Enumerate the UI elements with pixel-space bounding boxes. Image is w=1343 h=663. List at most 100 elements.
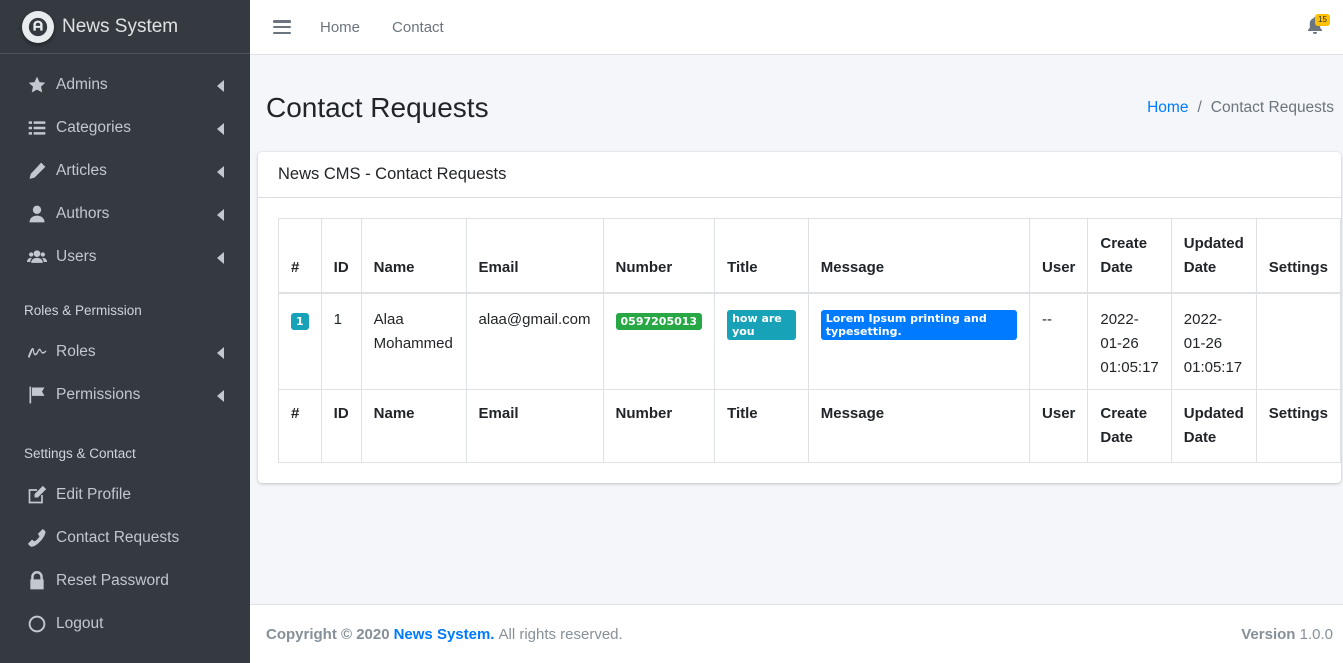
contact-requests-card: News CMS - Contact Requests # ID Name Em… (258, 152, 1342, 483)
sidebar-item-label: Edit Profile (56, 485, 131, 503)
table-row: 1 1 Alaa Mohammed alaa@gmail.com 0597205… (278, 292, 1342, 390)
phone-icon (26, 528, 48, 548)
row-index-cell: 1 (278, 292, 322, 390)
column-header: Number (602, 218, 716, 294)
footer-version-label: Version (1241, 625, 1296, 643)
hamburger-menu-icon[interactable] (273, 20, 291, 34)
column-header: User (1029, 218, 1089, 294)
column-footer: ID (320, 389, 362, 463)
content-header: Contact Requests Home / Contact Requests (266, 92, 1334, 124)
user-cell: -- (1029, 292, 1089, 390)
sidebar-item-label: Permissions (56, 385, 141, 403)
chevron-left-icon (216, 251, 226, 264)
sidebar-item-users[interactable]: Users (0, 235, 250, 278)
email-cell: alaa@gmail.com (465, 292, 604, 390)
chevron-left-icon (216, 346, 226, 359)
breadcrumb: Home / Contact Requests (1147, 99, 1334, 117)
nav-link-home[interactable]: Home (320, 19, 360, 36)
create-date-cell: 2022-01-26 01:05:17 (1087, 292, 1172, 390)
list-icon (26, 118, 48, 138)
card-title: News CMS - Contact Requests (258, 152, 1341, 198)
brand[interactable]: News System (0, 0, 250, 54)
column-footer: Title (714, 389, 809, 463)
message-cell: Lorem Ipsum printing and typesetting. (807, 292, 1031, 390)
column-header: # (278, 218, 322, 294)
sidebar-item-reset-password[interactable]: Reset Password (0, 559, 250, 602)
sidebar-section-settings: Settings & Contact (24, 445, 136, 461)
sidebar-item-contact-requests[interactable]: Contact Requests (0, 516, 250, 559)
title-badge: how are you (727, 309, 796, 340)
updated-date-cell: 2022-01-26 01:05:17 (1170, 292, 1257, 390)
sidebar-item-label: Roles (56, 342, 96, 360)
footer-version: Version 1.0.0 (1241, 626, 1333, 643)
notifications-button[interactable]: 15 (1307, 14, 1330, 37)
notification-badge: 15 (1315, 14, 1330, 26)
column-footer: # (278, 389, 322, 463)
message-badge: Lorem Ipsum printing and typesetting. (820, 309, 1018, 340)
column-header: Message (807, 218, 1031, 294)
sidebar-item-admins[interactable]: Admins (0, 63, 250, 106)
column-footer: Email (465, 389, 604, 463)
column-header: ID (320, 218, 362, 294)
sidebar-section-roles: Roles & Permission (24, 302, 142, 318)
user-icon (26, 204, 48, 224)
sidebar-item-edit-profile[interactable]: Edit Profile (0, 473, 250, 516)
sidebar: News System Admins Categories Articles A… (0, 0, 250, 663)
sidebar-item-label: Categories (56, 118, 131, 136)
chevron-left-icon (216, 208, 226, 221)
nav-link-contact[interactable]: Contact (392, 19, 444, 36)
column-header: Name (360, 218, 467, 294)
sidebar-item-roles[interactable]: Roles (0, 330, 250, 373)
top-navbar: Home Contact 15 (250, 0, 1343, 55)
column-header: Title (714, 218, 809, 294)
column-footer: Name (360, 389, 467, 463)
number-cell: 0597205013 (602, 292, 716, 390)
sidebar-item-label: Logout (56, 614, 104, 632)
column-header: Create Date (1087, 218, 1172, 294)
breadcrumb-home[interactable]: Home (1147, 99, 1188, 117)
lock-icon (26, 570, 48, 591)
sidebar-item-articles[interactable]: Articles (0, 149, 250, 192)
chevron-left-icon (216, 389, 226, 402)
brand-name: News System (62, 15, 179, 37)
name-cell: Alaa Mohammed (360, 292, 467, 390)
page-footer: Copyright © 2020 News System. All rights… (250, 604, 1343, 663)
sidebar-item-logout[interactable]: Logout (0, 602, 250, 645)
footer-brand-link[interactable]: News System. (394, 626, 495, 643)
row-index-badge: 1 (291, 313, 309, 331)
sidebar-item-permissions[interactable]: Permissions (0, 373, 250, 416)
column-footer: Create Date (1087, 389, 1172, 463)
column-footer: Settings (1255, 389, 1342, 463)
edit-icon (26, 485, 48, 505)
column-header: Email (465, 218, 604, 294)
star-icon (26, 75, 48, 95)
sidebar-item-label: Reset Password (56, 571, 169, 589)
chevron-left-icon (216, 165, 226, 178)
sidebar-item-label: Users (56, 247, 97, 265)
brand-logo-icon (22, 10, 54, 43)
footer-copyright: Copyright © 2020 (266, 625, 390, 643)
sidebar-item-authors[interactable]: Authors (0, 192, 250, 235)
column-footer: User (1029, 389, 1089, 463)
settings-cell (1255, 292, 1342, 390)
sidebar-item-label: Articles (56, 161, 107, 179)
sidebar-item-categories[interactable]: Categories (0, 106, 250, 149)
column-header: Updated Date (1170, 218, 1257, 294)
users-icon (26, 247, 48, 267)
card-body: # ID Name Email Number Title Message Use… (278, 218, 1342, 463)
footer-version-number: 1.0.0 (1299, 625, 1333, 643)
chevron-left-icon (216, 122, 226, 135)
table-footer-row: # ID Name Email Number Title Message Use… (278, 389, 1342, 463)
table-header-row: # ID Name Email Number Title Message Use… (278, 218, 1342, 294)
contact-requests-table: # ID Name Email Number Title Message Use… (278, 218, 1342, 463)
column-footer: Number (602, 389, 716, 463)
breadcrumb-separator: / (1197, 99, 1202, 116)
sidebar-item-label: Authors (56, 204, 110, 222)
footer-rights: All rights reserved. (498, 625, 623, 643)
sidebar-item-label: Admins (56, 75, 108, 93)
flag-icon (26, 385, 48, 405)
sidebar-item-label: Contact Requests (56, 528, 180, 546)
breadcrumb-current: Contact Requests (1210, 99, 1334, 116)
circle-icon (26, 614, 48, 634)
column-footer: Message (807, 389, 1031, 463)
